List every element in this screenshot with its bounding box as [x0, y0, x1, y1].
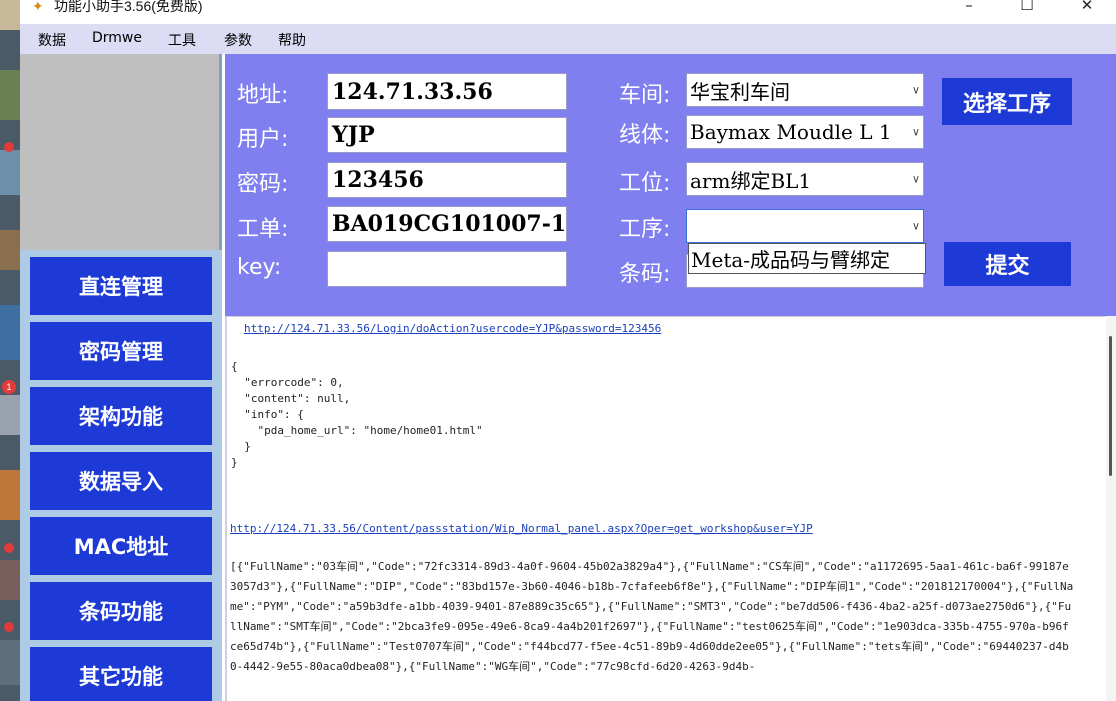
desktop-icon[interactable] — [0, 470, 20, 520]
password-label: 密码: — [237, 172, 289, 197]
login-response-json: { "errorcode": 0, "content": null, "info… — [231, 360, 483, 469]
desktop-icon[interactable] — [0, 395, 20, 435]
chevron-down-icon: ∨ — [909, 172, 920, 186]
workshop-response-list: [{"FullName":"03车间","Code":"72fc3314-89d… — [230, 560, 1074, 673]
maximize-button[interactable]: ☐ — [1012, 0, 1042, 18]
notification-dot — [4, 622, 14, 632]
menu-data[interactable]: 数据 — [38, 30, 66, 50]
nav-architecture-button[interactable]: 架构功能 — [30, 387, 212, 445]
request-link-login[interactable]: http://124.71.33.56/Login/doAction?userc… — [244, 322, 661, 335]
address-field[interactable]: 124.71.33.56 — [327, 73, 567, 110]
window-title: 功能小助手3.56(免费版) — [54, 0, 203, 14]
nav-direct-connect-button[interactable]: 直连管理 — [30, 257, 212, 315]
station-label: 工位: — [619, 171, 671, 196]
address-label: 地址: — [237, 83, 289, 108]
nav-mac-address-button[interactable]: MAC地址 — [30, 517, 212, 575]
nav-data-import-button[interactable]: 数据导入 — [30, 452, 212, 510]
desktop-strip: 1 — [0, 0, 20, 701]
title-bar: ✦ 功能小助手3.56(免费版) – ☐ ✕ — [20, 0, 1116, 24]
menu-drmwe[interactable]: Drmwe — [92, 30, 142, 46]
desktop-icon[interactable] — [0, 640, 20, 685]
menu-tools[interactable]: 工具 — [168, 30, 196, 50]
user-field[interactable]: YJP — [327, 117, 567, 153]
select-process-button[interactable]: 选择工序 — [942, 78, 1072, 125]
menu-bar: 数据 Drmwe 工具 参数 帮助 — [20, 24, 1116, 54]
process-label: 工序: — [619, 217, 671, 242]
request-link-workshop[interactable]: http://124.71.33.56/Content/passstation/… — [230, 522, 813, 535]
notification-dot — [4, 543, 14, 553]
key-label: key: — [237, 255, 282, 280]
nav-barcode-button[interactable]: 条码功能 — [30, 582, 212, 640]
chevron-down-icon: ∨ — [909, 125, 920, 139]
password-field[interactable]: 123456 — [327, 162, 567, 198]
desktop-icon[interactable] — [0, 70, 20, 120]
output-scrollbar[interactable] — [1106, 316, 1116, 701]
minimize-button[interactable]: – — [954, 0, 984, 18]
notification-badge: 1 — [2, 380, 16, 394]
menu-params[interactable]: 参数 — [224, 30, 252, 50]
barcode-label: 条码: — [619, 262, 671, 287]
process-dropdown-option[interactable]: Meta-成品码与臂绑定 — [688, 243, 926, 274]
user-label: 用户: — [237, 127, 289, 152]
workshop-select-value: 华宝利车间 — [690, 79, 790, 104]
nav-other-button[interactable]: 其它功能 — [30, 647, 212, 701]
desktop-icon[interactable] — [0, 560, 20, 600]
submit-button[interactable]: 提交 — [944, 242, 1071, 286]
line-label: 线体: — [619, 123, 671, 148]
desktop-icon[interactable] — [0, 150, 20, 195]
process-select[interactable]: ∨ — [686, 209, 924, 243]
desktop-icon[interactable] — [0, 0, 20, 30]
key-field[interactable] — [327, 251, 567, 287]
station-select[interactable]: arm绑定BL1 ∨ — [686, 162, 924, 196]
workshop-select[interactable]: 华宝利车间 ∨ — [686, 73, 924, 107]
app-logo-icon: ✦ — [32, 0, 44, 15]
app-root: 1 ✦ 功能小助手3.56(免费版) – ☐ ✕ 数据 Drmwe 工具 参数 … — [0, 0, 1116, 701]
workshop-label: 车间: — [619, 83, 671, 108]
chevron-down-icon: ∨ — [909, 83, 920, 97]
station-select-value: arm绑定BL1 — [690, 168, 812, 193]
close-button[interactable]: ✕ — [1072, 0, 1102, 18]
work-order-label: 工单: — [237, 217, 289, 242]
nav-password-button[interactable]: 密码管理 — [30, 322, 212, 380]
menu-help[interactable]: 帮助 — [278, 30, 306, 50]
desktop-icon[interactable] — [0, 230, 20, 270]
work-order-field[interactable]: BA019CG101007-1 — [327, 206, 567, 242]
chevron-down-icon: ∨ — [909, 219, 920, 233]
desktop-icon[interactable] — [0, 305, 20, 360]
scrollbar-thumb[interactable] — [1109, 336, 1112, 476]
output-log[interactable]: http://124.71.33.56/Login/doAction?userc… — [225, 316, 1106, 701]
line-select-value: Baymax Moudle L 1 — [690, 120, 892, 144]
line-select[interactable]: Baymax Moudle L 1 ∨ — [686, 115, 924, 149]
notification-dot — [4, 142, 14, 152]
